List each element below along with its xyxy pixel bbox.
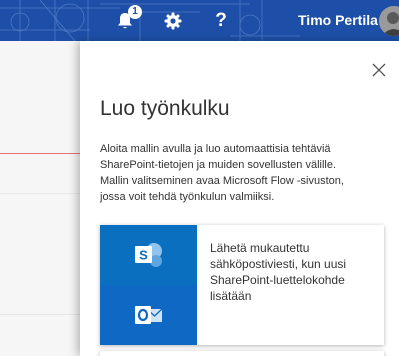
help-icon: ? [215, 10, 227, 31]
close-icon [372, 63, 386, 77]
flow-template-card[interactable]: S Lähetä mukautettu sähköpostiviesti, ku… [100, 225, 384, 345]
notification-count-badge: 1 [128, 5, 142, 19]
close-button[interactable] [370, 61, 388, 79]
description-line: SharePoint-tietojen ja muiden sovelluste… [100, 159, 337, 171]
template-title-line: sähköpostiviesti, kun uusi [210, 257, 347, 271]
create-flow-panel: Luo työnkulku Aloita mallin avulla ja lu… [80, 41, 399, 356]
suite-bar: 1 ? Timo Pertila [0, 0, 399, 41]
page-divider [0, 193, 80, 194]
sharepoint-icon: S [134, 243, 162, 267]
template-title-line: lisätään [210, 289, 252, 303]
page-divider [0, 314, 80, 315]
background-page [0, 41, 80, 356]
template-title-line: SharePoint-luettelokohde [210, 273, 345, 287]
description-line: Mallin valitseminen avaa Microsoft Flow … [100, 175, 344, 187]
outlook-tile [100, 285, 197, 345]
user-name[interactable]: Timo Pertila [298, 0, 378, 41]
page-divider-accent [0, 153, 80, 154]
gear-icon [164, 12, 182, 29]
sharepoint-tile: S [100, 225, 197, 285]
help-button[interactable]: ? [203, 0, 239, 41]
template-title-line: Lähetä mukautettu [210, 241, 310, 255]
template-icons: S [100, 225, 197, 345]
panel-title: Luo työnkulku [100, 97, 230, 120]
template-title: Lähetä mukautettu sähköpostiviesti, kun … [210, 240, 380, 304]
description-line: jossa voit tehdä työnkulun valmiiksi. [100, 191, 275, 203]
settings-button[interactable] [155, 0, 191, 41]
notifications-button[interactable]: 1 [107, 0, 143, 41]
flow-template-card-next[interactable] [100, 351, 384, 356]
svg-text:S: S [139, 248, 148, 263]
outlook-icon [134, 306, 162, 324]
description-line: Aloita mallin avulla ja luo automaattisi… [100, 143, 331, 155]
panel-description: Aloita mallin avulla ja luo automaattisi… [100, 141, 390, 205]
app-window: 1 ? Timo Pertila Luo työnkulku Aloita ma… [0, 0, 399, 356]
